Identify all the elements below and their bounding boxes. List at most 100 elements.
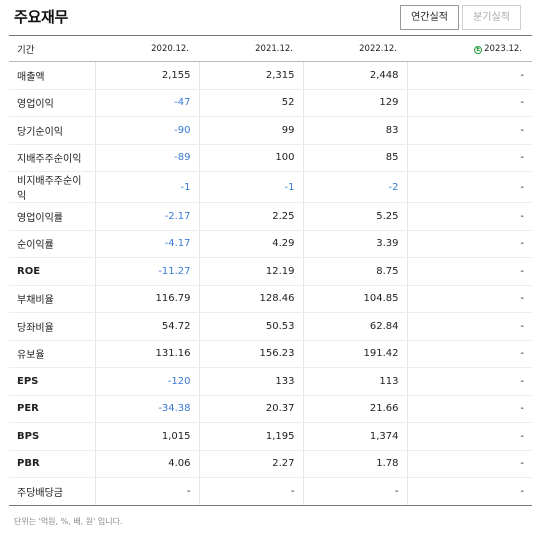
table-cell: 1,195 xyxy=(198,422,303,451)
table-cell: - xyxy=(406,450,532,478)
row-label: 당기순이익 xyxy=(9,116,95,145)
row-label: ROE xyxy=(9,257,95,286)
unit-footnote: 단위는 '억원, %, 배, 원' 입니다. xyxy=(14,517,123,526)
table-cell: - xyxy=(406,116,532,145)
table-cell: 133 xyxy=(198,367,303,396)
table-cell: 104.85 xyxy=(302,284,407,313)
table-cell: -34.38 xyxy=(94,395,199,423)
column-header: 2021.12. xyxy=(199,35,303,62)
table-row: 영업이익률 -2.17 2.25 5.25- xyxy=(9,202,532,231)
table-cell: -47 xyxy=(94,89,199,117)
table-row: PER -34.38 20.37 21.66- xyxy=(9,395,532,423)
table-row: 주당배당금 - - - - xyxy=(9,477,532,506)
table-cell: - xyxy=(406,340,532,368)
table-cell: - xyxy=(406,171,532,203)
table-row: 당좌비율 54.72 50.53 62.84- xyxy=(9,312,532,341)
table-cell: 52 xyxy=(198,89,303,117)
table-row: 당기순이익 -90 99 83- xyxy=(9,116,532,145)
table-cell: - xyxy=(406,395,532,423)
table-cell: 129 xyxy=(302,89,407,117)
table-cell: 2,315 xyxy=(198,61,303,90)
table-cell: 156.23 xyxy=(198,340,303,368)
table-cell: - xyxy=(406,89,532,117)
table-cell: 85 xyxy=(302,144,407,172)
table-row: 유보율 131.16 156.23 191.42- xyxy=(9,340,532,368)
row-label: 매출액 xyxy=(9,61,95,90)
column-header-estimate: E 2023.12. xyxy=(407,35,532,62)
row-label: 영업이익률 xyxy=(9,202,95,231)
table-cell: - xyxy=(406,202,532,231)
tab-quarterly[interactable]: 분기실적 xyxy=(462,5,521,30)
table-cell: -120 xyxy=(94,367,199,396)
table-cell: - xyxy=(406,284,532,313)
table-cell: 4.06 xyxy=(94,450,199,478)
table-cell: - xyxy=(302,477,407,506)
column-header: 2020.12. xyxy=(95,35,199,62)
row-label: PBR xyxy=(9,450,95,478)
table-cell: - xyxy=(406,257,532,286)
table-cell: 4.29 xyxy=(198,230,303,258)
table-cell: 2.25 xyxy=(198,202,303,231)
row-label: PER xyxy=(9,395,95,423)
section-title: 주요재무 xyxy=(14,8,69,26)
table-cell: - xyxy=(406,312,532,341)
table-cell: 2,155 xyxy=(94,61,199,90)
table-cell: 5.25 xyxy=(302,202,407,231)
table-row: BPS 1,015 1,195 1,374- xyxy=(9,422,532,451)
table-cell: 100 xyxy=(198,144,303,172)
table-cell: 2,448 xyxy=(302,61,407,90)
table-cell: 191.42 xyxy=(302,340,407,368)
period-tabs: 연간실적 분기실적 xyxy=(400,5,521,30)
row-label: 유보율 xyxy=(9,340,95,368)
tab-annual[interactable]: 연간실적 xyxy=(400,5,459,30)
table-cell: 1.78 xyxy=(302,450,407,478)
table-row: 순이익률 -4.17 4.29 3.39- xyxy=(9,230,532,258)
table-cell: 3.39 xyxy=(302,230,407,258)
table-row: 부채비율 116.79 128.46 104.85- xyxy=(9,284,532,313)
table-row: 비지배주주순이익 -1 -1 -2- xyxy=(9,171,532,203)
table-cell: 8.75 xyxy=(302,257,407,286)
table-cell: 21.66 xyxy=(302,395,407,423)
table-cell: -90 xyxy=(94,116,199,145)
table-row: 매출액 2,155 2,315 2,448- xyxy=(9,61,532,90)
row-label: BPS xyxy=(9,422,95,451)
estimate-icon: E xyxy=(474,45,483,54)
column-header: 2022.12. xyxy=(303,35,407,62)
table-cell: - xyxy=(406,230,532,258)
table-cell: 2.27 xyxy=(198,450,303,478)
table-row: PBR 4.06 2.27 1.78- xyxy=(9,450,532,478)
table-cell: 62.84 xyxy=(302,312,407,341)
table-cell: -4.17 xyxy=(94,230,199,258)
table-cell: - xyxy=(198,477,303,506)
table-cell: 113 xyxy=(302,367,407,396)
table-cell: 12.19 xyxy=(198,257,303,286)
row-label: 당좌비율 xyxy=(9,312,95,341)
column-header-label: 2023.12. xyxy=(484,43,522,54)
row-label: 순이익률 xyxy=(9,230,95,258)
table-cell: -1 xyxy=(198,171,303,203)
table-row: ROE -11.27 12.19 8.75- xyxy=(9,257,532,286)
table-body: 매출액 2,155 2,315 2,448- 영업이익 -47 52 129- 당기순이익 -90… xyxy=(9,61,532,506)
table-cell: 50.53 xyxy=(198,312,303,341)
row-label: 영업이익 xyxy=(9,89,95,117)
table-cell: -89 xyxy=(94,144,199,172)
table-cell: - xyxy=(406,422,532,451)
table-cell: 20.37 xyxy=(198,395,303,423)
table-cell: 128.46 xyxy=(198,284,303,313)
financial-table: 기간 2020.12. 2021.12. 2022.12. E 2023.12. … xyxy=(9,35,532,506)
table-row: EPS -120 133 113- xyxy=(9,367,532,396)
table-cell: - xyxy=(406,144,532,172)
table-cell: - xyxy=(406,477,532,506)
table-cell: - xyxy=(406,61,532,90)
section-header: 주요재무 연간실적 분기실적 xyxy=(0,0,533,36)
table-cell: 1,374 xyxy=(302,422,407,451)
row-label: 지배주주순이익 xyxy=(9,144,95,172)
row-label: EPS xyxy=(9,367,95,396)
table-cell: 131.16 xyxy=(94,340,199,368)
table-cell: 1,015 xyxy=(94,422,199,451)
table-cell: -2.17 xyxy=(94,202,199,231)
table-row: 지배주주순이익 -89 100 85- xyxy=(9,144,532,172)
row-label: 주당배당금 xyxy=(9,477,95,506)
table-row: 영업이익 -47 52 129- xyxy=(9,89,532,117)
table-cell: -11.27 xyxy=(94,257,199,286)
